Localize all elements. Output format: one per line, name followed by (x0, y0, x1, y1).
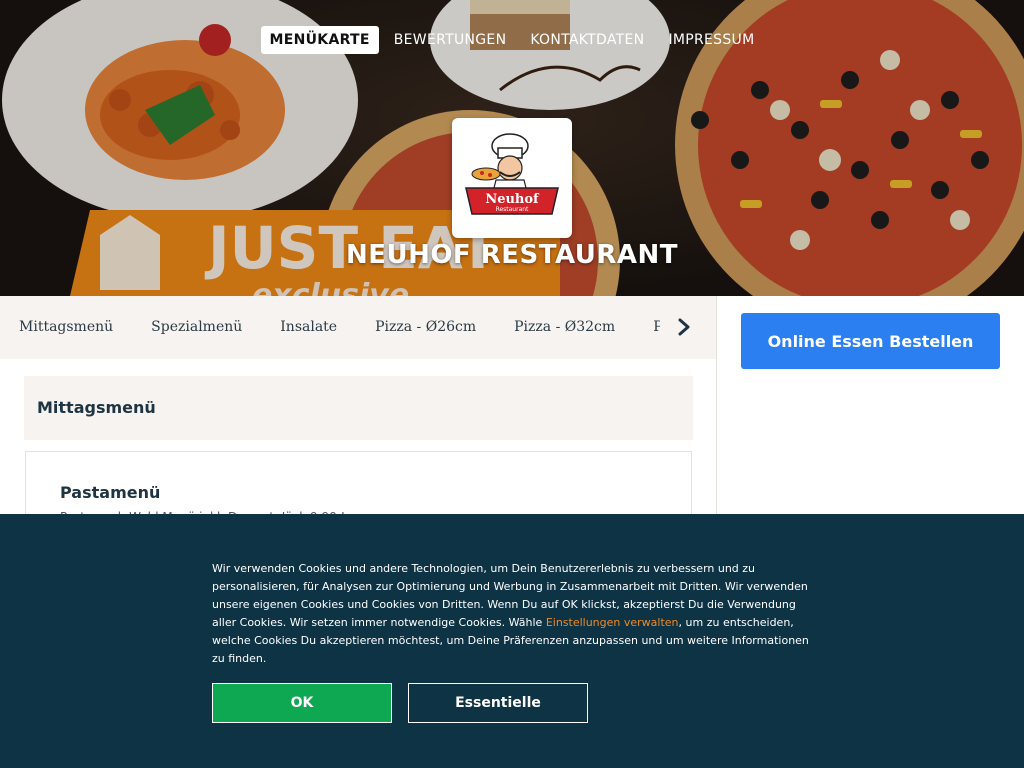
restaurant-title: NEUHOF RESTAURANT (345, 240, 679, 270)
nav-menuekarte[interactable]: MENÜKARTE (260, 26, 379, 54)
chevron-right-icon[interactable] (674, 316, 694, 338)
nav-kontaktdaten[interactable]: KONTAKTDATEN (521, 26, 653, 54)
category-pizza-26[interactable]: Pizza - Ø26cm (356, 296, 495, 358)
menu-section-header: Mittagsmenü (24, 376, 693, 440)
section-title: Mittagsmenü (37, 398, 156, 417)
cookie-essential-button[interactable]: Essentielle (408, 683, 588, 723)
chef-logo-icon: Neuhof Restaurant (465, 133, 559, 215)
category-insalate[interactable]: Insalate (261, 296, 356, 358)
cookie-banner: Wir verwenden Cookies und andere Technol… (0, 514, 1024, 768)
top-navigation: MENÜKARTE BEWERTUNGEN KONTAKTDATEN IMPRE… (0, 26, 1024, 54)
order-online-button[interactable]: Online Essen Bestellen (741, 313, 1000, 369)
category-pizza-32[interactable]: Pizza - Ø32cm (495, 296, 634, 358)
cookie-ok-button[interactable]: OK (212, 683, 392, 723)
category-list: Mittagsmenü Spezialmenü Insalate Pizza - Ø2… (0, 296, 660, 359)
cookie-settings-link[interactable]: Einstellungen verwalten (546, 616, 679, 629)
nav-bewertungen[interactable]: BEWERTUNGEN (385, 26, 516, 54)
menu-item-title: Pastamenü (60, 483, 161, 502)
category-spezialmenue[interactable]: Spezialmenü (132, 296, 261, 358)
category-pizza-more[interactable]: Pizza (634, 296, 660, 358)
hero-banner: JUST EAT exclusive MENÜKARTE BEWERTUNGEN… (0, 0, 1024, 296)
restaurant-logo: Neuhof Restaurant (452, 118, 572, 238)
sidebar-divider (716, 296, 717, 516)
logo-text-neuhof: Neuhof (485, 192, 540, 207)
logo-text-restaurant: Restaurant (496, 206, 529, 213)
nav-impressum[interactable]: IMPRESSUM (659, 26, 763, 54)
cookie-text: Wir verwenden Cookies und andere Technol… (212, 560, 822, 668)
category-bar: Mittagsmenü Spezialmenü Insalate Pizza - Ø2… (0, 296, 716, 359)
category-mittagsmenue[interactable]: Mittagsmenü (0, 296, 132, 358)
